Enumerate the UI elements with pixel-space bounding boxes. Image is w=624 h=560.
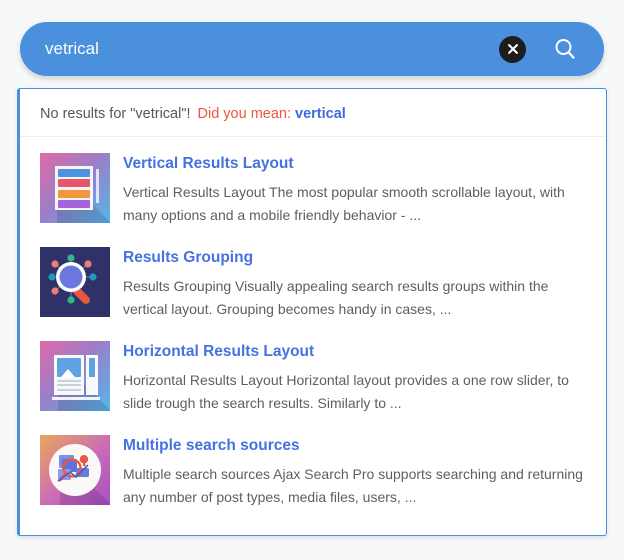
search-submit-button[interactable] — [548, 32, 582, 66]
result-text: Vertical Results Layout Vertical Results… — [123, 153, 586, 227]
result-text: Results Grouping Results Grouping Visual… — [123, 247, 586, 321]
result-title[interactable]: Results Grouping — [123, 248, 586, 267]
magnifier-network-icon — [40, 247, 110, 317]
vertical-list-layout-icon — [40, 153, 110, 223]
did-you-mean-label: Did you mean: — [197, 106, 292, 122]
clear-search-button[interactable] — [499, 35, 526, 63]
result-item[interactable]: Vertical Results Layout Vertical Results… — [20, 143, 606, 237]
result-text: Multiple search sources Multiple search … — [123, 435, 586, 509]
result-description: Multiple search sources Ajax Search Pro … — [123, 466, 583, 505]
search-bar — [20, 22, 604, 76]
search-input[interactable] — [20, 22, 499, 76]
result-title[interactable]: Vertical Results Layout — [123, 154, 586, 173]
result-title[interactable]: Multiple search sources — [123, 436, 586, 455]
result-item[interactable]: Horizontal Results Layout Horizontal Res… — [20, 331, 606, 425]
horizontal-slider-layout-icon — [40, 341, 110, 411]
search-widget: No results for "vetrical"! Did you mean:v… — [0, 0, 624, 560]
no-results-message: No results for "vetrical"! Did you mean: v… — [20, 89, 606, 137]
result-description: Vertical Results Layout The most popular… — [123, 184, 565, 223]
search-icon — [553, 37, 577, 61]
no-results-text: No results for "vetrical"! — [40, 106, 191, 122]
result-text: Horizontal Results Layout Horizontal Res… — [123, 341, 586, 415]
results-panel: No results for "vetrical"! Did you mean: v… — [17, 88, 607, 536]
result-item[interactable]: Results Grouping Results Grouping Visual… — [20, 237, 606, 331]
multiple-sources-icon — [40, 435, 110, 505]
results-list: Vertical Results Layout Vertical Results… — [20, 137, 606, 519]
suggestion-link[interactable]: vertical — [295, 106, 346, 122]
result-description: Horizontal Results Layout Horizontal lay… — [123, 372, 569, 411]
result-description: Results Grouping Visually appealing sear… — [123, 278, 549, 317]
result-item[interactable]: Multiple search sources Multiple search … — [20, 425, 606, 519]
result-title[interactable]: Horizontal Results Layout — [123, 342, 586, 361]
